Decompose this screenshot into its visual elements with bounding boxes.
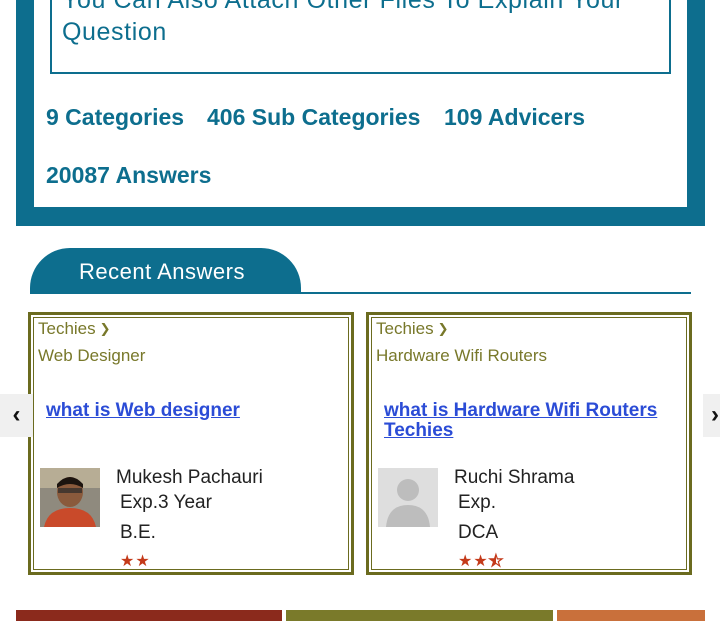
author-experience: Exp. (458, 492, 497, 513)
bottom-tile[interactable] (286, 610, 553, 621)
stat-advisers[interactable]: 109 Advicers (444, 104, 585, 131)
author-name[interactable]: Mukesh Pachauri (116, 467, 263, 489)
card-subcategory[interactable]: Web Designer (38, 346, 145, 366)
author-education: B.E. (120, 522, 156, 543)
author-experience: Exp.3 Year (120, 492, 212, 513)
stat-answers[interactable]: 20087 Answers (46, 162, 211, 189)
star-icon: ★ (473, 553, 489, 570)
card-category[interactable]: Techies ❯ (38, 319, 111, 339)
chevron-right-icon: ❯ (437, 321, 449, 336)
answer-card[interactable]: Techies ❯ Web Designer what is Web design… (28, 312, 354, 575)
card-subcategory[interactable]: Hardware Wifi Routers (376, 346, 547, 366)
ask-question-panel: You Can Also Attach Other Files To Expla… (16, 0, 705, 226)
bottom-tile[interactable] (16, 610, 282, 621)
author-name[interactable]: Ruchi Shrama (454, 467, 574, 489)
author-education: DCA (458, 522, 499, 543)
section-tab-recent-answers: Recent Answers (30, 248, 301, 293)
card-category-label: Techies (38, 319, 96, 338)
carousel-prev-button[interactable]: ‹ (0, 394, 33, 437)
star-half-icon: ★★ (488, 552, 505, 570)
ask-question-inner: You Can Also Attach Other Files To Expla… (34, 0, 687, 207)
rating-stars: ★★ (120, 551, 151, 571)
star-icon: ★ (120, 553, 136, 570)
carousel-next-button[interactable]: › (703, 394, 720, 437)
chevron-right-icon: ❯ (99, 321, 111, 336)
avatar[interactable] (378, 468, 438, 527)
section-title: Recent Answers (79, 259, 245, 284)
avatar[interactable] (40, 468, 100, 527)
star-icon: ★ (135, 553, 151, 570)
section-divider (30, 292, 691, 294)
card-question-link[interactable]: what is Web designer (46, 401, 346, 421)
answer-card[interactable]: Techies ❯ Hardware Wifi Routers what is H… (366, 312, 692, 575)
card-category-label: Techies (376, 319, 434, 338)
rating-stars: ★★ ★★ (458, 551, 504, 571)
stat-categories[interactable]: 9 Categories (46, 104, 184, 131)
card-category[interactable]: Techies ❯ (376, 319, 449, 339)
chevron-right-icon: › (711, 401, 719, 428)
card-question-link[interactable]: what is Hardware Wifi Routers Techies (384, 401, 676, 441)
star-icon: ★ (458, 553, 474, 570)
attach-files-box[interactable]: You Can Also Attach Other Files To Expla… (50, 0, 671, 74)
bottom-tile[interactable] (557, 610, 705, 621)
attach-files-text: You Can Also Attach Other Files To Expla… (62, 0, 624, 46)
stat-sub-categories[interactable]: 406 Sub Categories (207, 104, 420, 131)
chevron-left-icon: ‹ (12, 401, 21, 428)
